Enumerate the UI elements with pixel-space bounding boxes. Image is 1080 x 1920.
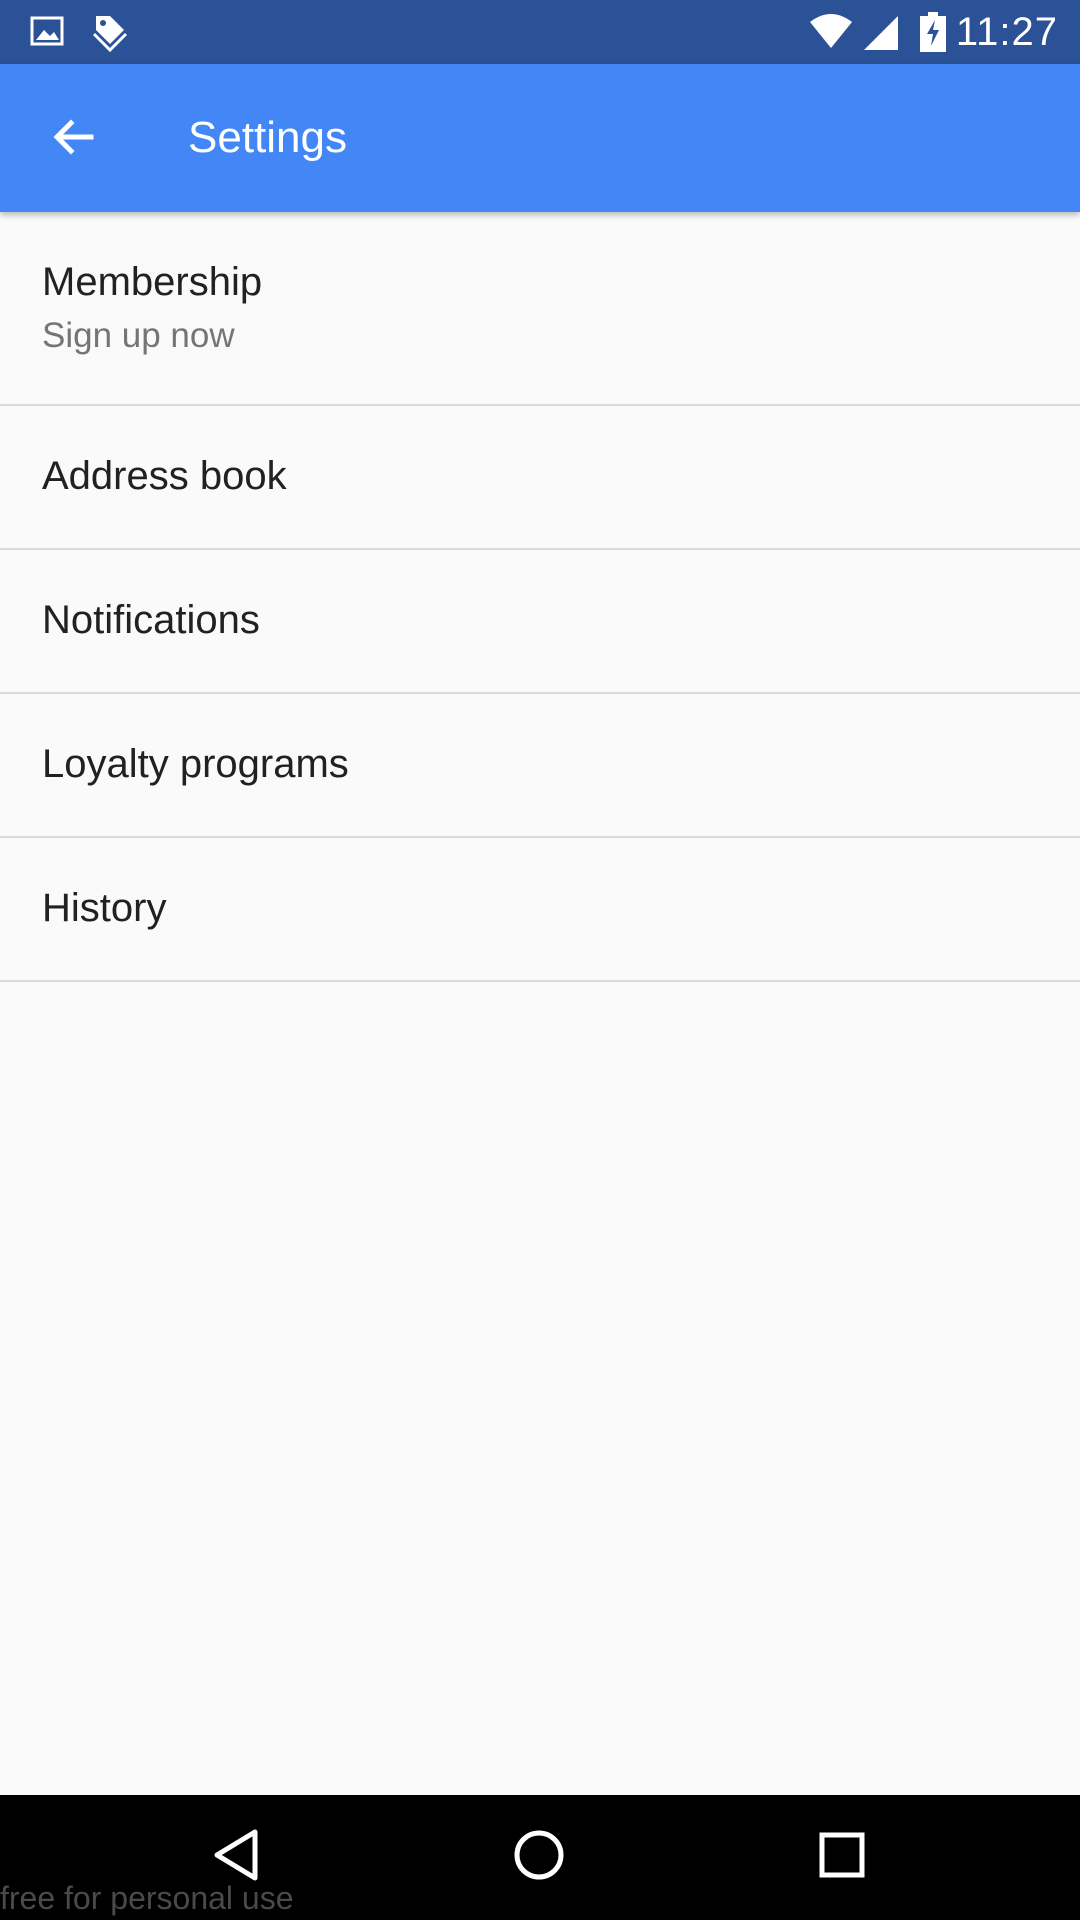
back-button[interactable] bbox=[38, 104, 108, 174]
settings-item-address-book[interactable]: Address book bbox=[0, 406, 1080, 550]
settings-item-title: Loyalty programs bbox=[42, 742, 349, 786]
settings-item-subtitle: Sign up now bbox=[42, 316, 235, 355]
settings-item-title: Notifications bbox=[42, 598, 260, 642]
settings-item-title: Membership bbox=[42, 260, 263, 304]
nav-home-button[interactable] bbox=[507, 1825, 571, 1889]
arrow-back-icon bbox=[49, 113, 97, 166]
wifi-icon bbox=[808, 12, 854, 52]
settings-item-membership[interactable]: Membership Sign up now bbox=[0, 212, 1080, 406]
watermark-text: free for personal use bbox=[0, 1880, 294, 1916]
nav-recents-button[interactable] bbox=[810, 1825, 874, 1889]
battery-charging-icon bbox=[918, 12, 948, 52]
settings-item-title: Address book bbox=[42, 454, 287, 498]
image-icon bbox=[28, 12, 68, 52]
app-bar: Settings bbox=[0, 64, 1080, 212]
settings-list: Membership Sign up now Address book Noti… bbox=[0, 212, 1080, 982]
page-title: Settings bbox=[188, 113, 347, 162]
tag-icon bbox=[90, 12, 130, 53]
settings-item-title: History bbox=[42, 886, 167, 930]
settings-item-history[interactable]: History bbox=[0, 838, 1080, 982]
status-bar: 11:27 bbox=[0, 0, 1080, 64]
settings-item-notifications[interactable]: Notifications bbox=[0, 550, 1080, 694]
navigation-bar: free for personal use bbox=[0, 1795, 1080, 1920]
cell-signal-icon bbox=[862, 12, 902, 52]
recents-square-icon bbox=[818, 1831, 866, 1884]
home-circle-icon bbox=[512, 1828, 566, 1887]
settings-item-loyalty-programs[interactable]: Loyalty programs bbox=[0, 694, 1080, 838]
status-time: 11:27 bbox=[955, 10, 1058, 54]
